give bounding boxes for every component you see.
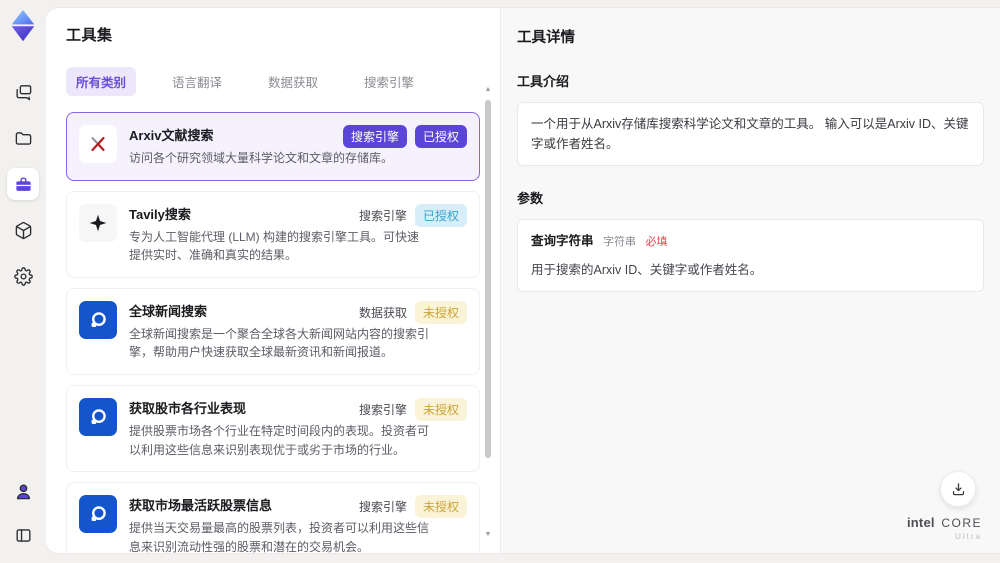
detail-title: 工具详情	[517, 30, 575, 46]
tool-badges: 搜索引擎 未授权	[358, 495, 467, 519]
tool-auth-badge: 未授权	[414, 495, 467, 519]
tool-card[interactable]: 全球新闻搜索 全球新闻搜索是一个聚合全球各大新闻网站内容的搜索引擎，帮助用户快速…	[66, 287, 480, 375]
param-type: 字符串	[603, 236, 636, 248]
news-globe-icon	[79, 495, 117, 534]
tool-category-tag: 数据获取	[358, 305, 407, 320]
category-tab-3[interactable]: 搜索引擎	[354, 67, 424, 96]
tool-card[interactable]: 获取市场最活跃股票信息 提供当天交易量最高的股票列表，投资者可以利用这些信息来识…	[66, 482, 480, 553]
news-globe-icon	[79, 397, 117, 436]
sparkle-icon	[79, 203, 117, 242]
params-section-title: 参数	[517, 191, 544, 206]
app-logo-icon	[8, 10, 38, 42]
sidebar-item-toolbox-icon[interactable]	[7, 168, 39, 200]
tool-auth-badge: 未授权	[414, 300, 467, 324]
param-name: 查询字符串	[531, 234, 594, 248]
param-box: 查询字符串 字符串 必填 用于搜索的Arxiv ID、关键字或作者姓名。	[517, 219, 984, 292]
app-sidebar	[0, 0, 46, 563]
scroll-up-icon[interactable]: ▲	[484, 86, 492, 94]
tool-description: 访问各个研究领域大量科学论文和文章的存储库。	[129, 151, 394, 165]
tool-card[interactable]: 获取股市各行业表现 提供股票市场各个行业在特定时间段内的表现。投资者可以利用这些…	[66, 384, 480, 473]
tool-category-tag: 搜索引擎	[358, 402, 407, 417]
sidebar-bottom	[7, 475, 39, 551]
tool-detail-panel: 工具详情 工具介绍 一个用于从Arxiv存储库搜索科学论文和文章的工具。 输入可…	[500, 8, 1000, 553]
param-description: 用于搜索的Arxiv ID、关键字或作者姓名。	[531, 262, 763, 277]
tool-description: 提供当天交易量最高的股票列表，投资者可以利用这些信息来识别流动性强的股票和潜在的…	[129, 521, 430, 553]
tool-auth-badge: 未授权	[414, 397, 467, 421]
category-tab-2[interactable]: 数据获取	[258, 67, 328, 96]
tool-category-tag: 搜索引擎	[358, 500, 407, 515]
tool-auth-badge: 已授权	[414, 125, 467, 148]
tool-category-tag: 搜索引擎	[358, 208, 407, 223]
page-title: 工具集	[66, 27, 113, 44]
tool-card[interactable]: Tavily搜索 专为人工智能代理 (LLM) 构建的搜索引擎工具。可快速提供实…	[66, 190, 480, 278]
category-tabs: 所有类别 语言翻译 数据获取 搜索引擎	[66, 67, 500, 96]
param-required-badge: 必填	[645, 236, 668, 248]
brand-intel: intel	[906, 515, 935, 530]
download-icon	[952, 482, 964, 495]
brand-ultra: Ultra	[955, 532, 982, 541]
tool-description: 专为人工智能代理 (LLM) 构建的搜索引擎工具。可快速提供实时、准确和真实的结…	[129, 229, 420, 263]
tool-description: 全球新闻搜索是一个聚合全球各大新闻网站内容的搜索引擎，帮助用户快速获取全球最新资…	[129, 326, 430, 360]
tool-badges: 数据获取 未授权	[358, 300, 467, 324]
sidebar-item-user-avatar-icon[interactable]	[7, 475, 39, 507]
intel-core-logo: intel CORE Ultra	[907, 515, 982, 541]
sidebar-nav	[7, 76, 39, 292]
tool-badges: 搜索引擎 已授权	[342, 125, 467, 148]
news-globe-icon	[79, 300, 117, 339]
param-head: 查询字符串 字符串 必填	[531, 231, 970, 252]
brand-core: CORE	[941, 516, 982, 530]
tool-description: 提供股票市场各个行业在特定时间段内的表现。投资者可以利用这些信息来识别表现优于或…	[129, 423, 430, 457]
tool-badges: 搜索引擎 已授权	[358, 203, 467, 227]
sidebar-item-chat-icon[interactable]	[7, 76, 39, 108]
main-content: 工具集 所有类别 语言翻译 数据获取 搜索引擎 Arxiv文献搜索 访问各个研究领域大…	[46, 8, 1000, 553]
tool-list-panel: 工具集 所有类别 语言翻译 数据获取 搜索引擎 Arxiv文献搜索 访问各个研究领域大…	[46, 8, 500, 553]
category-tab-1[interactable]: 语言翻译	[162, 67, 232, 96]
scroll-down-icon[interactable]: ▼	[484, 531, 492, 539]
tool-auth-badge: 已授权	[414, 203, 467, 227]
tool-intro-text: 一个用于从Arxiv存储库搜索科学论文和文章的工具。 输入可以是Arxiv ID…	[517, 102, 984, 166]
arxiv-logo-icon	[79, 125, 117, 163]
tool-list: Arxiv文献搜索 访问各个研究领域大量科学论文和文章的存储库。 搜索引擎 已授…	[66, 112, 480, 553]
category-tab-0[interactable]: 所有类别	[66, 67, 137, 96]
sidebar-item-cube-icon[interactable]	[7, 214, 39, 246]
tool-badges: 搜索引擎 未授权	[358, 397, 467, 421]
list-scrollbar[interactable]: ▲ ▼	[484, 86, 492, 539]
sidebar-item-folder-icon[interactable]	[7, 122, 39, 154]
tool-card[interactable]: Arxiv文献搜索 访问各个研究领域大量科学论文和文章的存储库。 搜索引擎 已授…	[66, 112, 480, 181]
sidebar-item-panel-toggle-icon[interactable]	[7, 519, 39, 551]
download-button[interactable]	[940, 471, 976, 507]
scrollbar-thumb[interactable]	[485, 100, 491, 458]
sidebar-item-gear-icon[interactable]	[7, 260, 39, 292]
tool-category-tag: 搜索引擎	[342, 125, 407, 148]
intro-section-title: 工具介绍	[517, 74, 570, 89]
